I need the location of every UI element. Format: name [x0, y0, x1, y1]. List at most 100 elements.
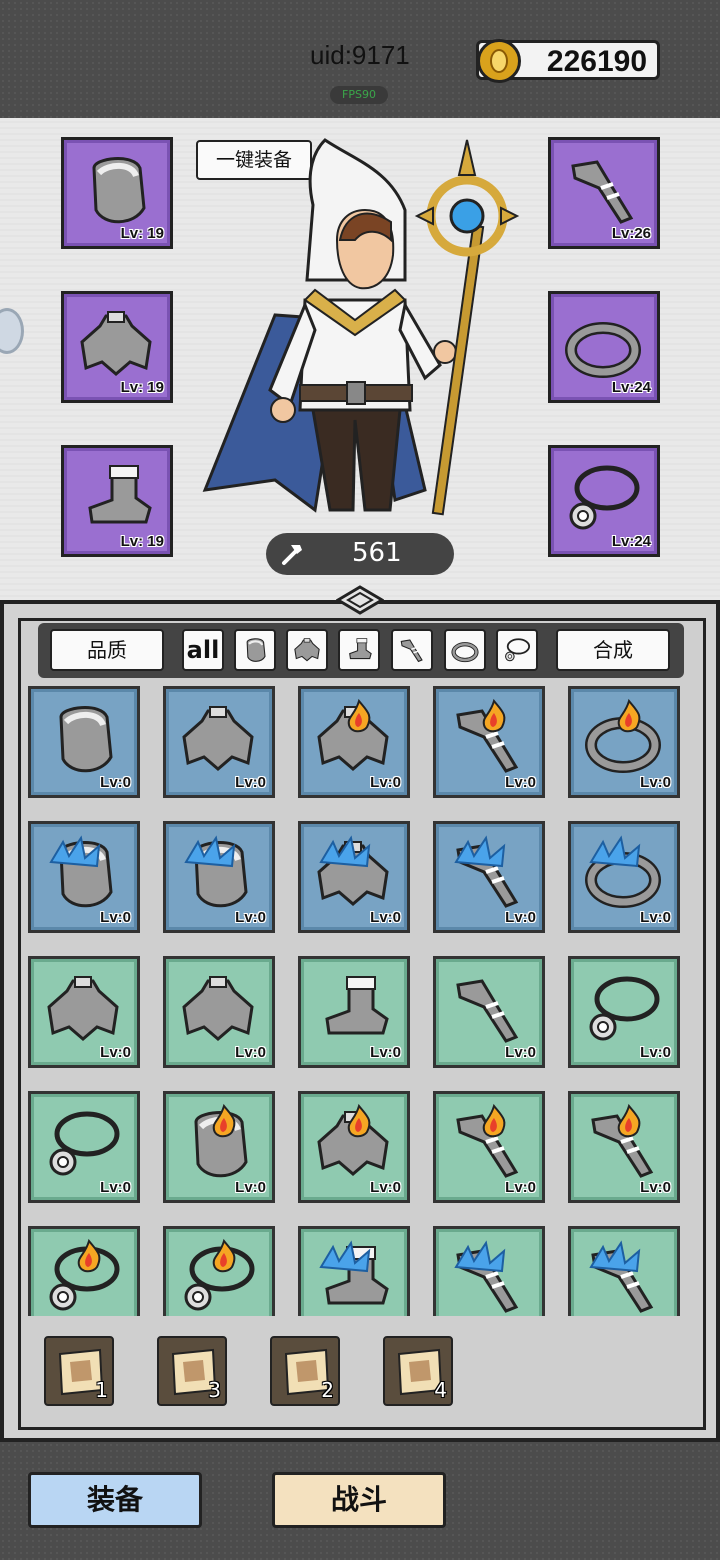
- filter-necklace-button[interactable]: [496, 629, 538, 671]
- fire-robe-icon: [311, 1102, 395, 1186]
- material-scroll[interactable]: 2: [270, 1336, 340, 1406]
- ring-icon: [561, 302, 645, 386]
- necklace-icon: [581, 967, 665, 1051]
- item-level: Lv:0: [370, 1179, 401, 1196]
- inventory-item[interactable]: Lv:0: [298, 686, 410, 798]
- robe-icon: [41, 967, 125, 1051]
- inventory-item[interactable]: Lv:0: [568, 956, 680, 1068]
- inventory-item[interactable]: Lv:0: [568, 1091, 680, 1203]
- inventory-item[interactable]: Lv:0: [433, 1226, 545, 1316]
- item-level: Lv:0: [235, 1179, 266, 1196]
- material-scroll[interactable]: 4: [383, 1336, 453, 1406]
- item-level: Lv:0: [640, 1314, 671, 1316]
- inventory-item[interactable]: Lv:0: [568, 686, 680, 798]
- item-level: Lv:0: [235, 774, 266, 791]
- inventory-item[interactable]: Lv:0: [568, 1226, 680, 1316]
- item-level: Lv:0: [640, 774, 671, 791]
- inventory-item[interactable]: Lv:0: [298, 956, 410, 1068]
- inventory-grid: Lv:0 Lv:0 Lv:0 Lv:0 Lv:0 Lv:0 Lv:0 Lv:0 Lv:0 Lv:0…: [28, 686, 688, 1316]
- boot-icon: [344, 638, 374, 670]
- fire-staff-icon: [581, 1102, 665, 1186]
- item-level: Lv:0: [370, 1044, 401, 1061]
- robe-icon: [176, 967, 260, 1051]
- panel-diamond-ornament-icon: [336, 585, 384, 615]
- robe-icon: [292, 638, 322, 670]
- inventory-item[interactable]: Lv:0: [298, 1091, 410, 1203]
- filter-all-button[interactable]: all: [182, 629, 224, 671]
- equip-slot-shield[interactable]: Lv: 19: [61, 137, 173, 249]
- inventory-item[interactable]: Lv:0: [163, 1091, 275, 1203]
- scroll-count: 4: [434, 1378, 447, 1402]
- scroll-count: 1: [95, 1378, 108, 1402]
- boot-icon: [311, 967, 395, 1051]
- equip-slot-robe[interactable]: Lv: 19: [61, 291, 173, 403]
- ice-shield-icon: [176, 832, 260, 916]
- combat-power-value: 561: [352, 538, 402, 568]
- equip-slot-boots[interactable]: Lv: 19: [61, 445, 173, 557]
- necklace-icon: [502, 638, 532, 670]
- inventory-item[interactable]: Lv:0: [28, 686, 140, 798]
- inventory-item[interactable]: Lv:0: [28, 1226, 140, 1316]
- item-level: Lv:0: [370, 774, 401, 791]
- inventory-item[interactable]: Lv:0: [568, 821, 680, 933]
- item-level: Lv:0: [235, 1044, 266, 1061]
- scroll-bar: 1 3 2 4: [44, 1336, 464, 1408]
- staff-icon: [446, 967, 530, 1051]
- side-menu-handle[interactable]: [0, 308, 24, 354]
- ring-icon: [450, 642, 480, 670]
- robe-icon: [74, 302, 158, 386]
- fire-robe-icon: [311, 697, 395, 781]
- inventory-item[interactable]: Lv:0: [28, 821, 140, 933]
- equip-tab-button[interactable]: 装备: [28, 1472, 202, 1528]
- inventory-item[interactable]: Lv:0: [163, 821, 275, 933]
- inventory-item[interactable]: Lv:0: [163, 686, 275, 798]
- inventory-item[interactable]: Lv:0: [433, 686, 545, 798]
- combine-button[interactable]: 合成: [556, 629, 670, 671]
- item-level: Lv:0: [370, 909, 401, 926]
- item-level: Lv:0: [640, 1044, 671, 1061]
- gold-counter: 226190: [476, 39, 660, 83]
- inventory-item[interactable]: Lv:0: [28, 956, 140, 1068]
- necklace-icon: [561, 456, 645, 540]
- material-scroll[interactable]: 1: [44, 1336, 114, 1406]
- gold-value: 226190: [546, 45, 647, 78]
- fire-ring-icon: [581, 697, 665, 781]
- fire-shield-icon: [176, 1102, 260, 1186]
- material-scroll[interactable]: 3: [157, 1336, 227, 1406]
- filter-boot-button[interactable]: [338, 629, 380, 671]
- inventory-item[interactable]: Lv:0: [433, 956, 545, 1068]
- gold-coin-icon: [477, 39, 521, 83]
- equip-slot-staff[interactable]: Lv:26: [548, 137, 660, 249]
- filter-staff-button[interactable]: [391, 629, 433, 671]
- boot-icon: [74, 456, 158, 540]
- item-level: Lv:26: [611, 225, 651, 242]
- inventory-item[interactable]: Lv:0: [433, 1091, 545, 1203]
- item-level: Lv:0: [505, 1314, 536, 1316]
- filter-bar: 品质 all 合成: [38, 623, 684, 678]
- battle-tab-button[interactable]: 战斗: [272, 1472, 446, 1528]
- scroll-count: 3: [208, 1378, 221, 1402]
- filter-shield-button[interactable]: [234, 629, 276, 671]
- equip-slot-necklace[interactable]: Lv:24: [548, 445, 660, 557]
- inventory-item[interactable]: Lv:0: [298, 1226, 410, 1316]
- ice-ring-icon: [581, 832, 665, 916]
- ice-staff-icon: [581, 1237, 665, 1316]
- inventory-item[interactable]: Lv:0: [28, 1091, 140, 1203]
- inventory-item[interactable]: Lv:0: [163, 1226, 275, 1316]
- filter-robe-button[interactable]: [286, 629, 328, 671]
- inventory-item[interactable]: Lv:0: [433, 821, 545, 933]
- item-level: Lv:0: [100, 774, 131, 791]
- inventory-item[interactable]: Lv:0: [163, 956, 275, 1068]
- item-level: Lv: 19: [120, 225, 164, 242]
- filter-ring-button[interactable]: [444, 629, 486, 671]
- fire-necklace-icon: [176, 1237, 260, 1316]
- shield-icon: [74, 148, 158, 232]
- ice-staff-icon: [446, 1237, 530, 1316]
- equip-slot-ring[interactable]: Lv:24: [548, 291, 660, 403]
- item-level: Lv:0: [640, 909, 671, 926]
- shield-icon: [240, 638, 270, 670]
- uid-label: uid:9171: [310, 40, 410, 70]
- quality-sort-button[interactable]: 品质: [50, 629, 164, 671]
- inventory-item[interactable]: Lv:0: [298, 821, 410, 933]
- fps-badge: FPS90: [330, 86, 388, 104]
